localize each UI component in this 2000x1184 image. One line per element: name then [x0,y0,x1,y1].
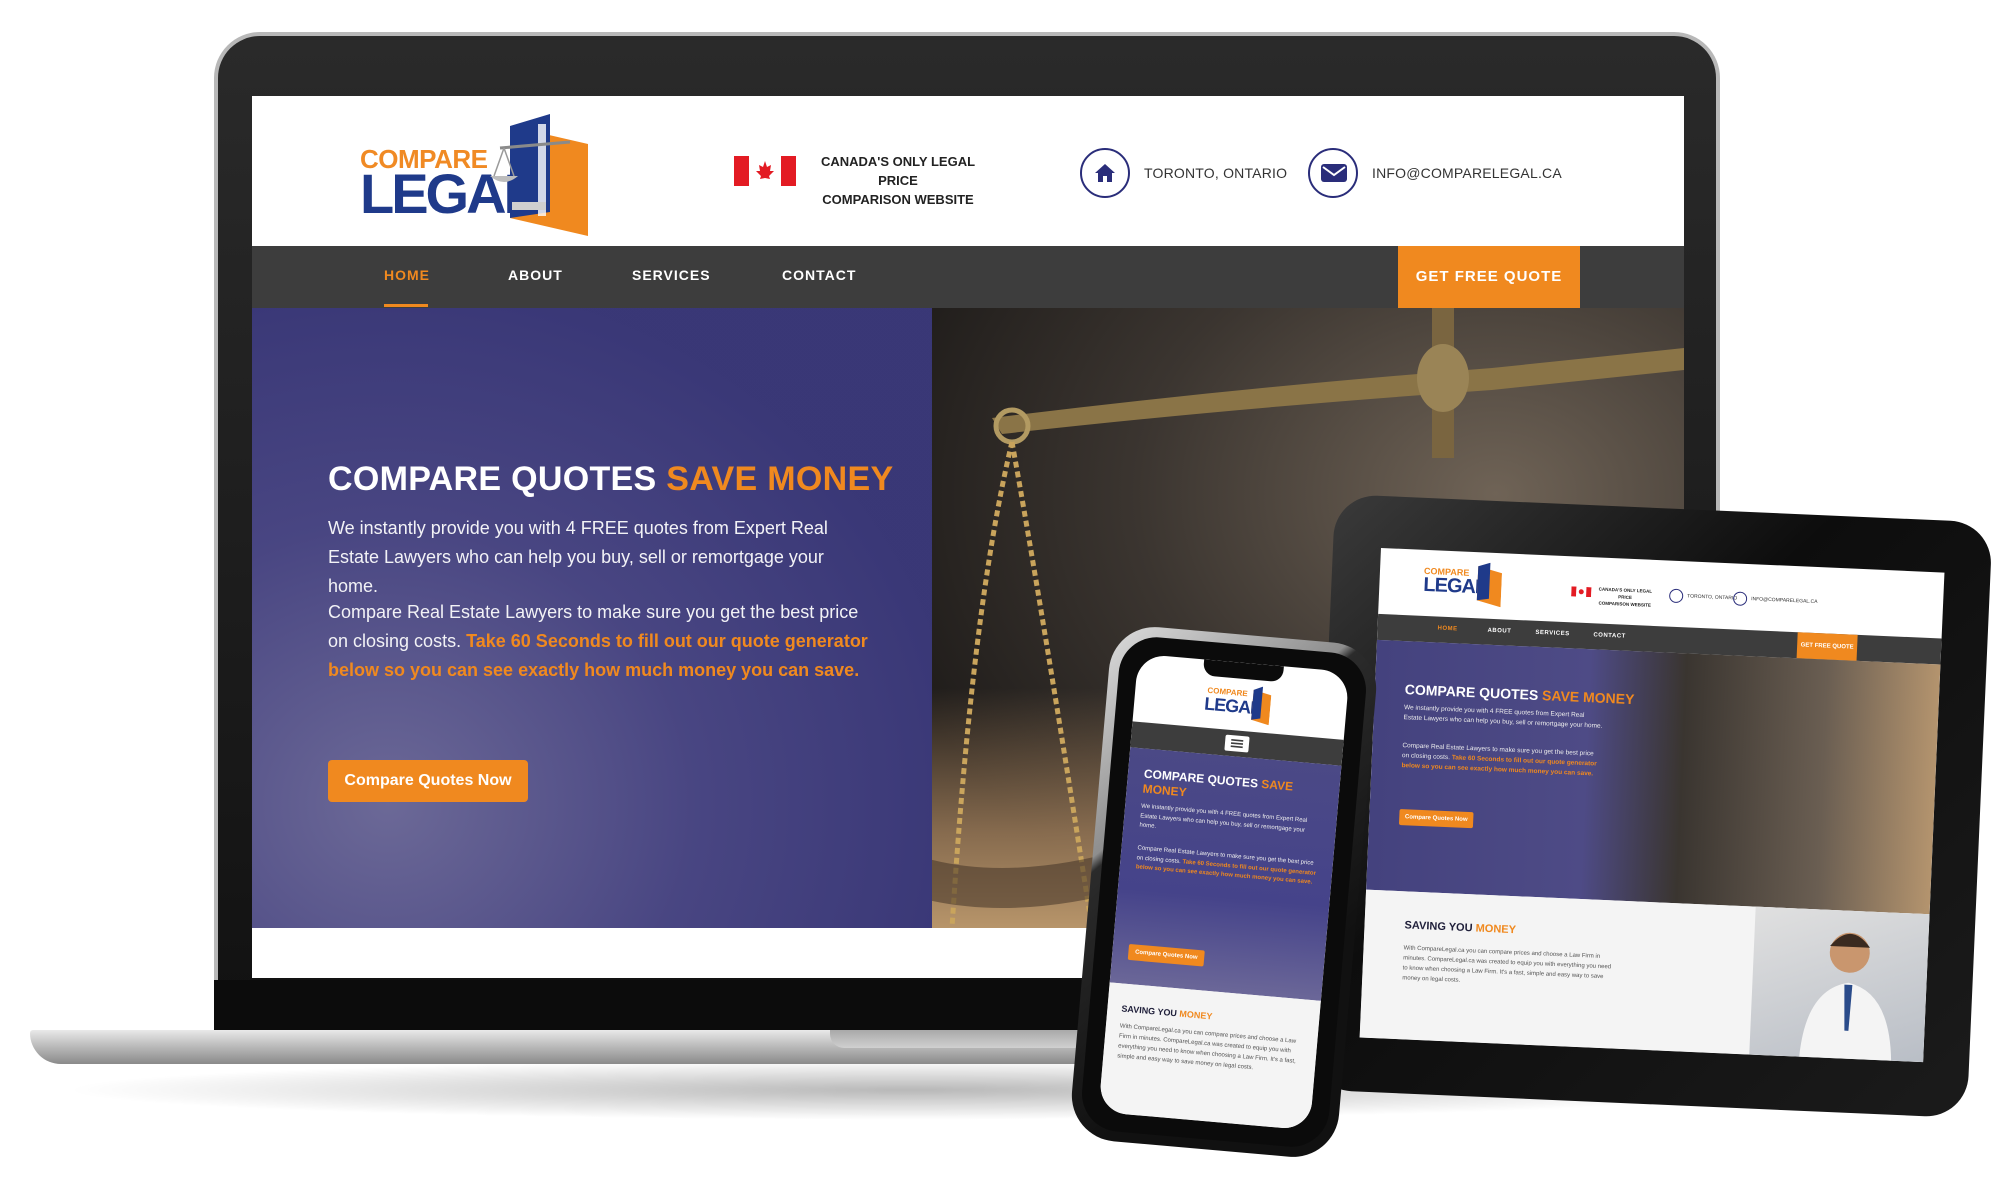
tablet-email: INFO@COMPARELEGAL.CA [1750,596,1818,606]
tablet-canada-flag-icon [1571,586,1592,598]
phone-bezel: COMPARE LEGAL COMPARE QUOTES SAVE MONEY … [1078,634,1370,1150]
phone-saving-title-main: SAVING YOU [1121,1003,1178,1019]
tablet-saving-title-main: SAVING YOU [1404,919,1473,935]
phone-notch [1202,659,1284,683]
tablet-saving-title-accent: MONEY [1475,922,1517,937]
tablet-nav-about[interactable]: ABOUT [1487,628,1511,635]
hero-title-accent: SAVE MONEY [666,460,894,498]
header-email[interactable]: INFO@COMPARELEGAL.CA [1372,165,1562,181]
tablet-hero-paragraph-1: We instantly provide you with 4 FREE quo… [1403,704,1603,730]
phone-hero-paragraph-2: Compare Real Estate Lawyers to make sure… [1135,844,1317,888]
scales-of-justice-icon [490,114,588,236]
hero-title-main: COMPARE QUOTES [328,460,657,498]
header-location: TORONTO, ONTARIO [1144,165,1288,181]
phone-hero: COMPARE QUOTES SAVE MONEY We instantly p… [1109,747,1342,1001]
hamburger-menu-icon[interactable] [1224,734,1250,753]
tablet-device: COMPARE LEGAL CANADA'S ONLY LEGAL PRICE … [1309,493,1993,1119]
phone-saving-section: SAVING YOU MONEY With CompareLegal.ca yo… [1098,982,1321,1131]
tablet-hero-title-main: COMPARE QUOTES [1404,681,1539,703]
tagline-line-1: CANADA'S ONLY LEGAL PRICE [820,154,976,188]
envelope-icon [1321,164,1347,182]
main-nav: HOME ABOUT SERVICES CONTACT GET FREE QUO… [252,246,1684,308]
phone-saving-text: With CompareLegal.ca you can compare pri… [1117,1023,1297,1072]
tablet-hero-paragraph-2: Compare Real Estate Lawyers to make sure… [1401,741,1602,780]
tablet-nav-services[interactable]: SERVICES [1535,630,1569,637]
location-icon-circle [1080,148,1130,198]
tagline: CANADA'S ONLY LEGAL PRICE COMPARISON WEB… [808,152,988,209]
hero-title: COMPARE QUOTES SAVE MONEY [328,460,893,499]
get-free-quote-button[interactable]: GET FREE QUOTE [1398,246,1580,308]
tablet-scales-icon [1476,562,1503,608]
tablet-nav-home[interactable]: HOME [1437,626,1457,633]
tablet-location: TORONTO, ONTARIO [1687,593,1738,602]
tablet-nav-contact[interactable]: CONTACT [1593,632,1626,639]
email-icon-circle [1308,148,1358,198]
phone-saving-title: SAVING YOU MONEY [1121,1004,1213,1022]
tablet-compare-quotes-button[interactable]: Compare Quotes Now [1398,809,1474,829]
tablet-envelope-icon [1732,591,1748,606]
phone-compare-quotes-button[interactable]: Compare Quotes Now [1127,943,1205,967]
hero-paragraph-1: We instantly provide you with 4 FREE quo… [328,518,828,596]
tablet-get-free-quote-button[interactable]: GET FREE QUOTE [1796,632,1858,661]
tablet-hero: COMPARE QUOTES SAVE MONEY We instantly p… [1366,639,1941,915]
nav-contact[interactable]: CONTACT [782,267,856,283]
home-icon [1095,164,1115,182]
tagline-line-2: COMPARISON WEBSITE [822,192,974,207]
laptop-notch [830,1030,1090,1048]
tablet-hero-title: COMPARE QUOTES SAVE MONEY [1405,681,1635,707]
hero-paragraph-2: Compare Real Estate Lawyers to make sure… [328,598,868,685]
phone-screen: COMPARE LEGAL COMPARE QUOTES SAVE MONEY … [1098,653,1350,1131]
tablet-saving-text: With CompareLegal.ca you can compare pri… [1402,945,1612,984]
compare-quotes-button[interactable]: Compare Quotes Now [328,760,528,802]
tablet-hero-title-accent: SAVE MONEY [1541,687,1635,708]
lawyer-portrait [1799,932,1892,1061]
tablet-saving-title: SAVING YOU MONEY [1404,919,1516,936]
phone-device: COMPARE LEGAL COMPARE QUOTES SAVE MONEY … [1068,623,1380,1161]
nav-active-indicator [384,304,428,307]
canada-flag-icon [734,156,796,186]
tablet-home-icon [1668,588,1684,604]
phone-scales-icon [1251,686,1272,726]
nav-about[interactable]: ABOUT [508,267,563,283]
tablet-tagline-line-2: COMPARISON WEBSITE [1598,600,1652,608]
nav-services[interactable]: SERVICES [632,267,711,283]
site-logo[interactable]: COMPARE LEGAL [360,114,590,236]
tablet-saving-section: SAVING YOU MONEY With CompareLegal.ca yo… [1359,889,1930,1063]
tablet-screen: COMPARE LEGAL CANADA'S ONLY LEGAL PRICE … [1359,547,1945,1063]
tablet-lawyer-photo [1749,906,1930,1063]
phone-saving-title-accent: MONEY [1179,1008,1213,1022]
tablet-tagline: CANADA'S ONLY LEGAL PRICE COMPARISON WEB… [1595,585,1656,609]
nav-home[interactable]: HOME [384,267,430,283]
site-header: COMPARE LEGAL CANADA'S ONLY LEGAL PRICE … [252,96,1684,246]
